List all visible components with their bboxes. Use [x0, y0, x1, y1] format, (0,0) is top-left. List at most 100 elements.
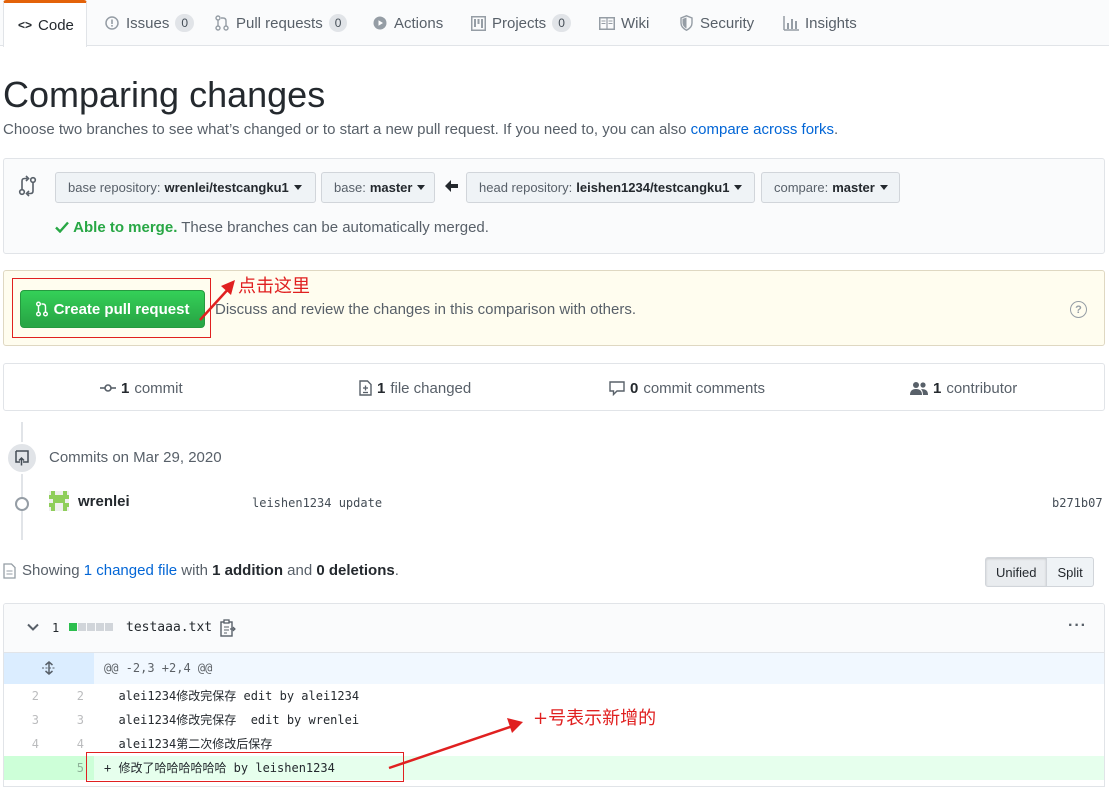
diff-summary: Showing 1 changed file with 1 addition a… — [3, 562, 399, 579]
new-line-number[interactable]: 2 — [49, 684, 94, 708]
tab-issues[interactable]: Issues 0 — [90, 0, 208, 46]
old-line-number[interactable]: 4 — [4, 732, 49, 756]
annotation-click-here: 点击这里 — [238, 276, 310, 297]
comments-count: 0 — [630, 379, 639, 397]
file-actions-menu[interactable]: ··· — [1068, 617, 1087, 635]
annotation-added-line-highlight — [86, 752, 404, 782]
clipboard-icon[interactable] — [220, 619, 236, 637]
timeline-line — [21, 422, 23, 540]
diff-line-count: 1 — [52, 621, 60, 635]
range-editor: base repository: wrenlei/testcangku1 bas… — [3, 158, 1105, 254]
stat-files[interactable]: 1 file changed — [359, 364, 471, 412]
base-branch-value: master — [369, 180, 413, 195]
base-repository-label: base repository: — [68, 180, 161, 195]
repo-push-icon — [6, 442, 38, 474]
comments-label: commit comments — [643, 379, 766, 397]
page-subtitle: Choose two branches to see what’s change… — [3, 121, 838, 138]
summary-prefix: Showing — [22, 562, 80, 579]
annotation-plus-means-new: +号表示新增的 — [533, 708, 657, 729]
annotation-button-highlight — [12, 278, 211, 338]
summary-end: . — [394, 562, 399, 579]
base-repository-value: wrenlei/testcangku1 — [164, 180, 289, 195]
pr-description: Discuss and review the changes in this c… — [215, 301, 637, 318]
file-name[interactable]: testaaa.txt — [126, 620, 212, 635]
tab-security[interactable]: Security — [664, 0, 768, 46]
page-title: Comparing changes — [3, 74, 326, 115]
comment-icon — [609, 380, 625, 396]
tab-pull-requests[interactable]: Pull requests 0 — [200, 0, 361, 46]
book-icon — [599, 15, 615, 31]
subtitle-end: . — [834, 121, 839, 138]
stat-comments[interactable]: 0 commit comments — [609, 364, 765, 412]
additions-count: 1 addition — [212, 562, 283, 579]
base-repository-select[interactable]: base repository: wrenlei/testcangku1 — [55, 172, 316, 203]
tab-actions[interactable]: Actions — [358, 0, 457, 46]
old-line-number[interactable]: 2 — [4, 684, 49, 708]
head-repository-select[interactable]: head repository: leishen1234/testcangku1 — [466, 172, 755, 203]
tab-code-label: Code — [38, 16, 74, 34]
compare-across-forks-link[interactable]: compare across forks — [691, 121, 834, 138]
subtitle-text: Choose two branches to see what’s change… — [3, 121, 687, 138]
arrow-left-icon — [445, 180, 458, 195]
annotation-arrow-diagonal — [388, 718, 523, 770]
deletions-count: 0 deletions — [316, 562, 395, 579]
split-view-button[interactable]: Split — [1047, 557, 1094, 587]
play-icon — [372, 15, 388, 31]
commits-count: 1 — [121, 379, 130, 397]
diff-view-toggle: Unified Split — [985, 557, 1094, 587]
avatar[interactable] — [49, 491, 69, 511]
check-icon — [55, 220, 69, 237]
compare-branch-label: compare: — [774, 180, 829, 195]
merge-text: These branches can be automatically merg… — [181, 219, 489, 236]
tab-actions-label: Actions — [394, 14, 444, 32]
compare-branch-select[interactable]: compare: master — [761, 172, 900, 203]
unified-view-button[interactable]: Unified — [985, 557, 1048, 587]
old-line-number[interactable] — [4, 756, 49, 780]
hunk-header-text: @@ -2,3 +2,4 @@ — [104, 661, 213, 675]
tab-security-label: Security — [700, 14, 755, 32]
stat-contributors[interactable]: 1 contributor — [910, 364, 1017, 412]
tab-pull-requests-label: Pull requests — [236, 14, 323, 32]
graph-icon — [783, 15, 799, 31]
diff-line-text: alei1234修改完保存 edit by alei1234 — [104, 689, 360, 703]
file-header: 1 testaaa.txt ··· — [4, 604, 1104, 653]
file-diff-icon — [359, 380, 372, 396]
tab-insights[interactable]: Insights — [769, 0, 871, 46]
diff-line-text: alei1234修改完保存 edit by wrenlei — [104, 713, 360, 727]
projects-counter: 0 — [552, 14, 571, 32]
question-icon[interactable]: ? — [1070, 301, 1087, 318]
commit-node-icon — [15, 497, 29, 511]
base-branch-select[interactable]: base: master — [321, 172, 435, 203]
contributors-label: contributor — [946, 379, 1018, 397]
people-icon — [910, 381, 928, 395]
tab-wiki-label: Wiki — [621, 14, 650, 32]
tab-code[interactable]: <> Code — [3, 0, 87, 47]
base-branch-label: base: — [334, 180, 366, 195]
files-label: file changed — [390, 379, 472, 397]
issue-icon — [104, 15, 120, 31]
changed-files-link[interactable]: 1 changed file — [84, 562, 177, 579]
expand-icon[interactable] — [4, 653, 94, 684]
tab-wiki[interactable]: Wiki — [585, 0, 663, 46]
commit-sha[interactable]: b271b07 — [1052, 496, 1103, 510]
caret-down-icon — [879, 185, 888, 190]
hunk-header-row: @@ -2,3 +2,4 @@ — [4, 653, 1104, 684]
commit-author[interactable]: wrenlei — [78, 493, 130, 510]
shield-icon — [678, 15, 694, 31]
summary-with: with — [181, 562, 208, 579]
caret-down-icon — [417, 185, 426, 190]
merge-status: Able to merge. These branches can be aut… — [55, 219, 489, 237]
issues-counter: 0 — [175, 14, 195, 32]
comparison-stats: 1 commit 1 file changed 0 commit comment… — [3, 363, 1105, 411]
old-line-number[interactable]: 3 — [4, 708, 49, 732]
commit-message[interactable]: leishen1234 update — [252, 496, 382, 510]
caret-down-icon — [293, 185, 302, 190]
annotation-arrow-up — [199, 280, 235, 321]
new-line-number[interactable]: 3 — [49, 708, 94, 732]
stat-commits[interactable]: 1 commit — [100, 364, 183, 412]
commits-date-heading: Commits on Mar 29, 2020 — [49, 449, 222, 466]
tab-projects[interactable]: Projects 0 — [456, 0, 585, 46]
merge-ok-label: Able to merge. — [73, 219, 178, 236]
commits-label: commit — [134, 379, 183, 397]
chevron-down-icon[interactable] — [26, 620, 40, 634]
